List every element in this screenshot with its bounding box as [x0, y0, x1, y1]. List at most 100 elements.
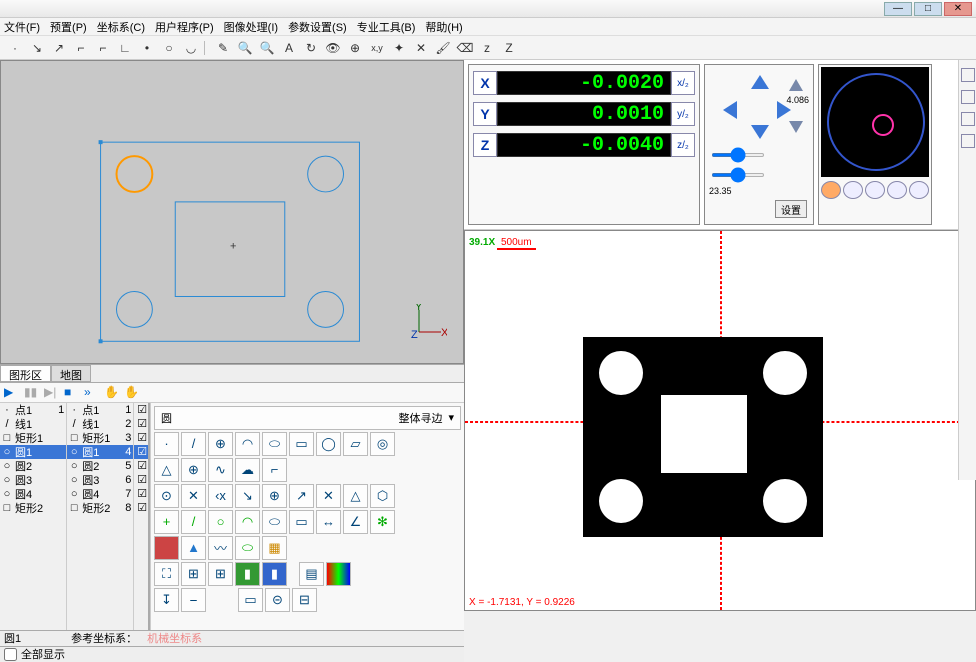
rect2-icon[interactable]: ⌐ [94, 39, 112, 57]
tool-u-icon[interactable]: 〰 [208, 536, 233, 560]
y-half-button[interactable]: y/₂ [671, 102, 695, 126]
feature-row[interactable]: □矩形2 [0, 501, 66, 515]
tool-globe-icon[interactable]: ⊕ [181, 458, 206, 482]
feature-row[interactable]: /线12 [67, 417, 133, 431]
tool-k-icon[interactable]: / [181, 510, 206, 534]
calc-icon[interactable]: ✦ [390, 39, 408, 57]
tool-ell-icon[interactable]: ⬭ [262, 432, 287, 456]
feature-row[interactable]: ○圆3 [0, 473, 66, 487]
jog-left-icon[interactable] [723, 101, 737, 119]
circle-icon[interactable]: ○ [160, 39, 178, 57]
z-label[interactable]: Z [473, 133, 497, 157]
tool-s-icon[interactable] [154, 536, 179, 560]
jog-set-button[interactable]: 设置 [775, 200, 807, 218]
point-icon[interactable]: · [6, 39, 24, 57]
jog-slider-1[interactable] [711, 153, 765, 157]
z2-icon[interactable]: Z [500, 39, 518, 57]
feature-row[interactable]: □矩形13 [67, 431, 133, 445]
edge-method[interactable]: 整体寻边 [398, 410, 442, 426]
rect-icon[interactable]: ⌐ [72, 39, 90, 57]
step-icon[interactable]: ▶| [44, 385, 60, 399]
tool-e-icon[interactable]: ⊕ [262, 484, 287, 508]
z1-icon[interactable]: z [478, 39, 496, 57]
feature-row[interactable]: ○圆4 [0, 487, 66, 501]
menu-coord[interactable]: 坐标系(C) [97, 19, 145, 35]
tool-circ+-icon[interactable]: ⊕ [208, 432, 233, 456]
jog-down-icon[interactable] [751, 125, 769, 139]
feature-row[interactable]: ○圆25 [67, 459, 133, 473]
hand2-icon[interactable]: ✋ [124, 385, 140, 399]
tab-graphics[interactable]: 图形区 [0, 365, 51, 382]
feature-check[interactable]: ☑ [134, 501, 148, 515]
tool-h-icon[interactable]: △ [343, 484, 368, 508]
menu-file[interactable]: 文件(F) [4, 19, 40, 35]
clear-icon[interactable]: ⌫ [456, 39, 474, 57]
close-button[interactable]: ✕ [944, 2, 972, 16]
drawing-canvas[interactable]: + YXZ [0, 60, 464, 364]
tool3-a-icon[interactable]: ↧ [154, 588, 179, 612]
feature-row[interactable]: ·点11 [67, 403, 133, 417]
tool-arc-icon[interactable]: ◠ [235, 432, 260, 456]
tool-i-icon[interactable]: ⬡ [370, 484, 395, 508]
z-half-button[interactable]: z/₂ [671, 133, 695, 157]
light-mode-2-icon[interactable] [843, 181, 863, 199]
wrench-icon[interactable]: ✕ [412, 39, 430, 57]
menu-help[interactable]: 帮助(H) [425, 19, 462, 35]
jog-zdown-icon[interactable] [789, 121, 803, 133]
feature-check[interactable]: ☑ [134, 473, 148, 487]
menu-userprog[interactable]: 用户程序(P) [155, 19, 214, 35]
tool2-a-icon[interactable]: ⛶ [154, 562, 179, 586]
tool-tri-icon[interactable]: △ [154, 458, 179, 482]
tool-rrect-icon[interactable]: ◯ [316, 432, 341, 456]
menu-protools[interactable]: 专业工具(B) [357, 19, 416, 35]
dropdown-icon[interactable]: ▾ [448, 411, 454, 424]
eye-icon[interactable]: 👁 [324, 39, 342, 57]
feature-row[interactable]: ○圆1 [0, 445, 66, 459]
y-label[interactable]: Y [473, 102, 497, 126]
tool-j-icon[interactable]: + [154, 510, 179, 534]
x-label[interactable]: X [473, 71, 497, 95]
ff-icon[interactable]: » [84, 385, 100, 399]
line-icon[interactable]: ↘ [28, 39, 46, 57]
feature-check[interactable]: ☑ [134, 403, 148, 417]
refresh-icon[interactable]: ↻ [302, 39, 320, 57]
play-icon[interactable]: ▶ [4, 385, 20, 399]
tool2-c-icon[interactable]: ⊞ [208, 562, 233, 586]
tool-r-icon[interactable]: ✻ [370, 510, 395, 534]
feature-row[interactable]: ·点11 [0, 403, 66, 417]
zoomout-icon[interactable]: 🔍 [258, 39, 276, 57]
xy-icon[interactable]: x,y [368, 39, 386, 57]
tool-wave-icon[interactable]: ∿ [208, 458, 233, 482]
side-tool-3[interactable] [961, 112, 975, 126]
tool-ring-icon[interactable]: ◎ [370, 432, 395, 456]
feature-row[interactable]: ○圆14 [67, 445, 133, 459]
light-mode-3-icon[interactable] [865, 181, 885, 199]
tool-rect-icon[interactable]: ▭ [289, 432, 314, 456]
feature-list[interactable]: ·点11/线1□矩形1○圆1○圆2○圆3○圆4□矩形2 ·点11/线12□矩形1… [0, 403, 150, 630]
light-mode-4-icon[interactable] [887, 181, 907, 199]
feature-check[interactable]: ☑ [134, 431, 148, 445]
x-half-button[interactable]: x/₂ [671, 71, 695, 95]
maximize-button[interactable]: □ [914, 2, 942, 16]
tool-m-icon[interactable]: ◠ [235, 510, 260, 534]
draw-icon[interactable]: ✎ [214, 39, 232, 57]
feature-row[interactable]: □矩形28 [67, 501, 133, 515]
tool-d-icon[interactable]: ↘ [235, 484, 260, 508]
hand1-icon[interactable]: ✋ [104, 385, 120, 399]
jog-zup-icon[interactable] [789, 79, 803, 91]
tool-step-icon[interactable]: ⌐ [262, 458, 287, 482]
tool2-d-icon[interactable]: ▮ [235, 562, 260, 586]
tool-t-icon[interactable]: ▲ [181, 536, 206, 560]
coordref-value[interactable]: 机械坐标系 [147, 630, 202, 646]
feature-row[interactable]: □矩形1 [0, 431, 66, 445]
feature-check[interactable]: ☑ [134, 445, 148, 459]
feature-row[interactable]: ○圆36 [67, 473, 133, 487]
tool-n-icon[interactable]: ⬭ [262, 510, 287, 534]
light-mode-5-icon[interactable] [909, 181, 929, 199]
angle-icon[interactable]: ∟ [116, 39, 134, 57]
arrow-icon[interactable]: ↗ [50, 39, 68, 57]
tool3-e-icon[interactable]: ⊟ [292, 588, 317, 612]
tool2-b-icon[interactable]: ⊞ [181, 562, 206, 586]
target-icon[interactable]: ⊕ [346, 39, 364, 57]
feature-row[interactable]: /线1 [0, 417, 66, 431]
